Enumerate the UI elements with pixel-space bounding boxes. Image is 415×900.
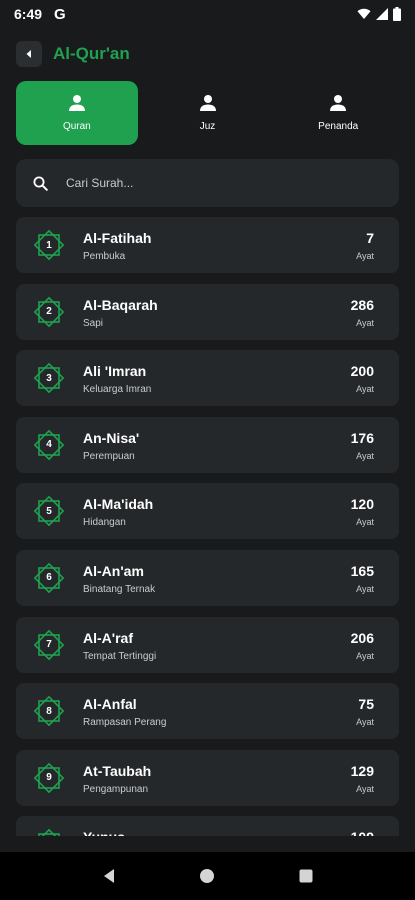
ayat-label: Ayat (356, 517, 374, 528)
surah-name: Yunus (83, 829, 125, 836)
surah-meaning: Pembuka (83, 251, 126, 262)
surah-meaning: Binatang Ternak (83, 583, 156, 595)
ayat-label: Ayat (356, 450, 374, 461)
page-title: Al-Qur'an (53, 44, 130, 63)
nav-home-icon[interactable] (199, 868, 215, 884)
surah-number: 4 (46, 439, 52, 451)
surah-number-badge: 1 (32, 228, 66, 262)
wifi-icon (357, 8, 371, 19)
ayat-count: 176 (350, 429, 374, 446)
surah-number-badge: 9 (32, 761, 66, 795)
surah-number: 8 (46, 705, 52, 717)
battery-icon (393, 7, 401, 21)
chevron-left-icon (26, 50, 31, 58)
surah-row[interactable]: 1 Al-Fatihah Pembuka 7 Ayat (16, 217, 399, 273)
surah-meaning: Sapi (83, 317, 104, 329)
ayat-label: Ayat (356, 583, 374, 594)
ayat-count: 286 (350, 296, 374, 313)
status-bar: 6:49 G (0, 0, 415, 28)
tab-label: Juz (199, 121, 216, 132)
surah-meaning: Pengampunan (83, 783, 149, 795)
surah-number: 5 (46, 505, 52, 517)
surah-list[interactable]: 1 Al-Fatihah Pembuka 7 Ayat 2 Al-Baqarah Sapi 28… (16, 217, 399, 836)
ayat-count: 129 (350, 762, 374, 779)
ayat-count: 206 (350, 629, 374, 646)
surah-name: At-Taubah (83, 762, 152, 779)
tab-quran[interactable]: Quran (16, 81, 138, 145)
surah-meaning: Hidangan (83, 517, 126, 529)
ayat-count: 75 (358, 696, 374, 713)
ayat-label: Ayat (356, 384, 374, 395)
surah-meaning: Tempat Tertinggi (83, 650, 157, 662)
surah-name: Al-An'am (83, 562, 144, 579)
surah-meaning: Keluarga Imran (83, 384, 152, 396)
surah-row[interactable]: 4 An-Nisa' Perempuan 176 Ayat (16, 416, 399, 473)
surah-number: 1 (46, 239, 52, 251)
surah-number: 10 (32, 827, 66, 836)
surah-name: Al-Fatihah (83, 230, 152, 246)
ayat-label: Ayat (356, 717, 374, 728)
ayat-count: 120 (350, 496, 374, 513)
ayat-count: 165 (350, 562, 374, 579)
ayat-count: 200 (350, 363, 374, 380)
ayat-label: Ayat (356, 317, 374, 328)
signal-icon (376, 8, 388, 20)
tab-juz[interactable]: Juz (147, 81, 269, 145)
surah-meaning: Perempuan (83, 450, 135, 462)
surah-number-badge: 6 (32, 561, 66, 595)
surah-row[interactable]: 9 At-Taubah Pengampunan 129 Ayat (16, 749, 399, 806)
person-icon (199, 95, 216, 111)
nav-recents-icon[interactable] (298, 868, 314, 884)
surah-name: Ali 'Imran (83, 363, 147, 380)
surah-name: An-Nisa' (83, 429, 140, 446)
person-icon (330, 95, 347, 111)
app-header: Al-Qur'an (16, 40, 130, 68)
status-icons (357, 7, 401, 21)
surah-number-badge: 5 (32, 494, 66, 528)
surah-number: 7 (46, 639, 52, 651)
surah-row[interactable]: 5 Al-Ma'idah Hidangan 120 Ayat (16, 483, 399, 540)
surah-number-badge: 3 (32, 361, 66, 395)
surah-name: Al-A'raf (83, 629, 133, 646)
surah-row[interactable]: 2 Al-Baqarah Sapi 286 Ayat (16, 283, 399, 340)
surah-name: Al-Anfal (83, 696, 137, 713)
person-icon (68, 95, 85, 111)
tab-label: Quran (62, 121, 91, 132)
surah-meaning: Rampasan Perang (83, 717, 167, 729)
ayat-label: Ayat (356, 783, 374, 794)
system-nav-bar (0, 852, 415, 900)
google-icon: G (54, 5, 66, 23)
surah-number-badge: 4 (32, 428, 66, 462)
surah-number: 2 (46, 306, 52, 318)
back-button[interactable] (16, 41, 42, 67)
surah-name: Al-Ma'idah (83, 496, 154, 513)
tab-label: Penanda (318, 121, 359, 132)
ayat-label: Ayat (356, 251, 374, 261)
ayat-count: 7 (366, 230, 374, 246)
status-time: 6:49 (14, 6, 43, 22)
surah-number-badge: 10 (32, 827, 66, 836)
surah-number: 9 (46, 772, 52, 784)
surah-number-badge: 8 (32, 694, 66, 728)
surah-name: Al-Baqarah (83, 296, 158, 313)
surah-number-badge: 2 (32, 295, 66, 329)
search-bar[interactable] (16, 159, 399, 207)
surah-number: 6 (46, 572, 52, 584)
surah-number: 3 (46, 372, 52, 384)
tab-bar: Quran Juz Penanda (16, 81, 399, 145)
search-input[interactable] (64, 175, 358, 191)
surah-row[interactable]: 8 Al-Anfal Rampasan Perang 75 Ayat (16, 683, 399, 740)
ayat-label: Ayat (356, 650, 374, 661)
search-icon (33, 176, 48, 191)
surah-row[interactable]: 10YunusYunus109Ayat (16, 816, 399, 836)
surah-row[interactable]: 6 Al-An'am Binatang Ternak 165 Ayat (16, 549, 399, 606)
surah-row[interactable]: 3 Ali 'Imran Keluarga Imran 200 Ayat (16, 350, 399, 407)
surah-number-badge: 7 (32, 628, 66, 662)
nav-back-icon[interactable] (101, 868, 117, 884)
ayat-count: 109 (351, 829, 374, 836)
surah-row[interactable]: 7 Al-A'raf Tempat Tertinggi 206 Ayat (16, 616, 399, 673)
tab-penanda[interactable]: Penanda (277, 81, 399, 145)
